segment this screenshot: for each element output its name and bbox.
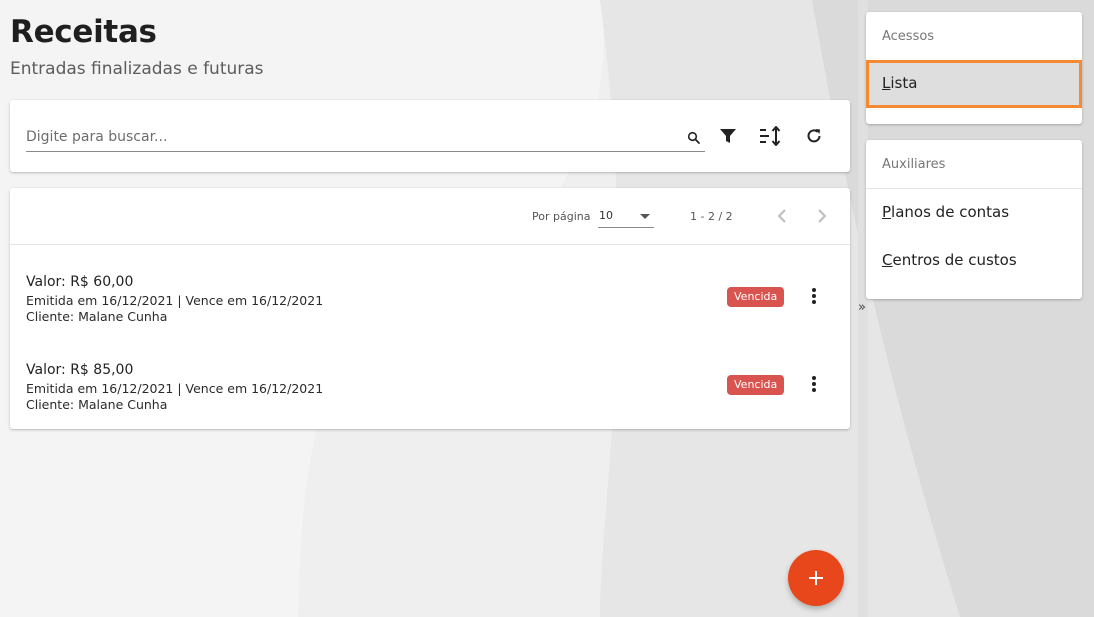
sort-icon[interactable] [759,125,781,147]
sidebar-item-label: Lista [882,74,918,92]
per-page-value: 10 [599,209,613,222]
more-options-button[interactable] [802,284,826,308]
search-icon[interactable] [687,130,701,144]
item-dates: Emitida em 16/12/2021 | Vence em 16/12/2… [26,293,324,308]
sidebar-section-auxiliares: Auxiliares Planos de contas Centros de c… [866,140,1082,299]
chevron-left-icon [777,209,786,223]
status-badge: Vencida [727,375,785,395]
sidebar-item-label: Planos de contas [882,203,1010,221]
add-button[interactable] [788,550,844,606]
sidebar-collapse-toggle[interactable]: » [858,300,872,320]
search-field [26,124,705,152]
list-item[interactable]: Valor: R$ 85,00 Emitida em 16/12/2021 | … [10,362,850,442]
item-dates: Emitida em 16/12/2021 | Vence em 16/12/2… [26,381,324,396]
filter-icon[interactable] [717,125,739,147]
page-range: 1 - 2 / 2 [690,210,733,223]
more-vert-icon [812,376,816,392]
list-card: Por página 10 1 - 2 / 2 Valor: R$ 60,00 … [10,188,850,429]
previous-page-button[interactable] [770,204,794,228]
section-header: Auxiliares [882,157,946,172]
item-client: Cliente: Malane Cunha [26,397,168,412]
item-value: Valor: R$ 60,00 [26,274,134,290]
next-page-button[interactable] [810,204,834,228]
more-options-button[interactable] [802,372,826,396]
status-badge: Vencida [727,287,785,307]
sidebar-item-lista[interactable]: Lista [866,60,1082,108]
page-title: Receitas [10,14,157,50]
section-header: Acessos [882,29,935,44]
page-subtitle: Entradas finalizadas e futuras [10,59,264,79]
sidebar-item-centros-de-custos[interactable]: Centros de custos [866,237,1082,285]
main-content: Receitas Entradas finalizadas e futuras … [0,0,860,617]
sidebar-item-planos-de-contas[interactable]: Planos de contas [866,189,1082,237]
sidebar-section-acessos: Acessos Lista [866,12,1082,124]
item-value: Valor: R$ 85,00 [26,362,134,378]
refresh-icon[interactable] [803,125,825,147]
pagination-bar: Por página 10 1 - 2 / 2 [10,188,850,245]
chevron-right-icon [818,209,827,223]
plus-icon [809,571,823,585]
list-item[interactable]: Valor: R$ 60,00 Emitida em 16/12/2021 | … [10,274,850,354]
per-page-select[interactable]: 10 [598,206,654,228]
more-vert-icon [812,288,816,304]
item-client: Cliente: Malane Cunha [26,309,168,324]
sidebar-item-label: Centros de custos [882,251,1017,269]
search-card [10,100,850,172]
per-page-label: Por página [532,210,591,223]
search-input[interactable] [26,126,676,148]
dropdown-arrow-icon [640,214,650,219]
